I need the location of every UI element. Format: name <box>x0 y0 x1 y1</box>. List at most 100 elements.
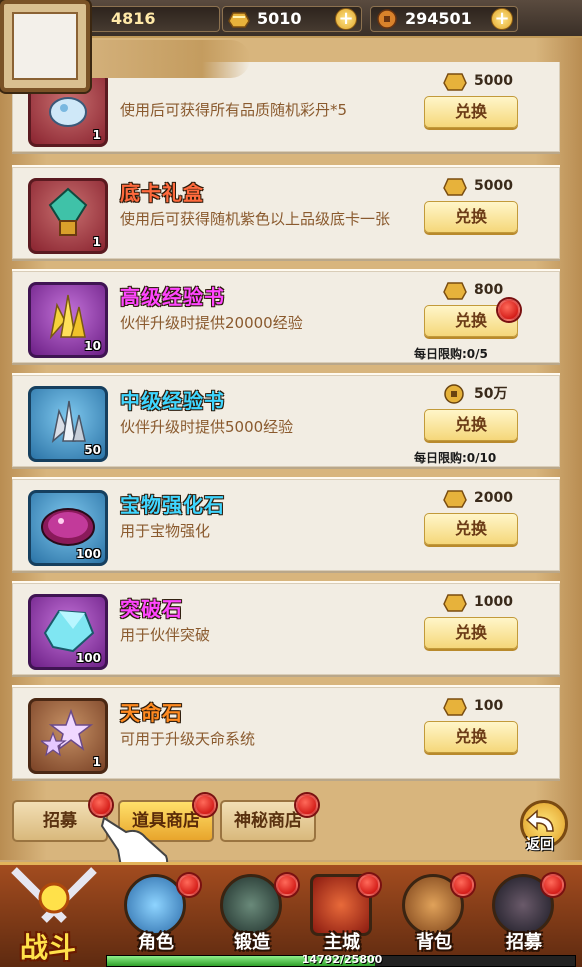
item-price-value: 800 <box>474 282 504 298</box>
notification-dot <box>452 874 474 896</box>
nav-recruit-label: 招募 <box>506 932 542 953</box>
item-name: 突破石 <box>120 597 183 621</box>
nav-character[interactable]: 角色 <box>116 870 200 962</box>
item-count: 1 <box>92 755 101 769</box>
gold-ingot-icon <box>443 178 467 196</box>
scroll-decoration <box>90 40 250 78</box>
coin-balance: 294501 + <box>370 6 518 32</box>
nav-bag-label: 背包 <box>416 932 452 953</box>
item-name: 底卡礼盒 <box>120 181 204 205</box>
list-item: 50 中级经验书 伙伴升级时提供5000经验 50万 兑换 每日限购:0/10 <box>12 373 560 469</box>
notification-dot <box>498 299 520 321</box>
copper-coin-icon <box>377 9 397 29</box>
notification-dot <box>296 794 318 816</box>
item-price-value: 1000 <box>474 594 513 610</box>
item-icon: 1 <box>28 178 108 254</box>
item-description: 用于宝物强化 <box>120 522 211 540</box>
redeem-button[interactable]: 兑换 <box>424 96 518 128</box>
redeem-button[interactable]: 兑换 <box>424 617 518 649</box>
gold-crystal-icon <box>49 295 86 340</box>
item-count: 100 <box>75 547 101 561</box>
item-icon: 100 <box>28 594 108 670</box>
battle-label: 战斗 <box>20 931 77 964</box>
player-avatar[interactable] <box>0 0 90 92</box>
daily-limit: 每日限购:0/5 <box>414 347 488 361</box>
gold-ingot-balance: 5010 + <box>222 6 362 32</box>
item-description: 使用后可获得所有品质随机彩丹*5 <box>120 101 348 119</box>
nav-character-label: 角色 <box>138 932 174 953</box>
nav-forge-label: 锻造 <box>234 932 270 953</box>
item-name: 天命石 <box>120 701 183 725</box>
gold-ingot-icon <box>443 490 467 508</box>
item-description: 使用后可获得随机紫色以上品级底卡一张 <box>120 210 391 228</box>
item-price-value: 2000 <box>474 490 513 506</box>
avatar-portrait <box>12 12 78 80</box>
notification-dot <box>194 794 216 816</box>
experience-bar: 14792/25800 <box>106 953 576 967</box>
shop-panel: 1 使用后可获得所有品质随机彩丹*5 5000 兑换 1 底卡礼盒 使用后可获得 <box>0 38 582 860</box>
item-icon: 50 <box>28 386 108 462</box>
nav-recruit[interactable]: 招募 <box>484 870 564 962</box>
item-description: 可用于升级天命系统 <box>120 730 256 748</box>
redeem-button[interactable]: 兑换 <box>424 513 518 545</box>
back-button[interactable]: 返回 <box>520 800 572 854</box>
list-item: 1 底卡礼盒 使用后可获得随机紫色以上品级底卡一张 5000 兑换 <box>12 165 560 261</box>
copper-coin-icon <box>444 384 464 404</box>
item-count: 1 <box>92 128 101 142</box>
add-coin-button[interactable]: + <box>491 8 513 30</box>
crossed-swords-icon <box>11 867 97 923</box>
battle-button[interactable]: 战斗 <box>4 864 108 967</box>
daily-limit: 每日限购:0/10 <box>414 451 497 465</box>
enhance-stone-icon <box>41 508 95 547</box>
redeem-button[interactable]: 兑换 <box>424 201 518 233</box>
item-count: 10 <box>84 339 101 353</box>
item-description: 伙伴升级时提供20000经验 <box>120 314 303 332</box>
shop-tabs: 招募 道具商店 神秘商店 <box>0 794 582 850</box>
item-price-value: 5000 <box>474 73 513 89</box>
item-price-value: 100 <box>474 698 504 714</box>
gold-ingot-icon <box>443 594 467 612</box>
notification-dot <box>358 874 380 896</box>
item-icon: 1 <box>28 698 108 774</box>
combat-power: 战 4816 <box>70 6 220 32</box>
item-count: 50 <box>84 443 101 457</box>
gold-ingot-icon <box>443 73 467 91</box>
gold-ingot-icon <box>443 698 467 716</box>
character-icon <box>124 874 186 936</box>
notification-dot <box>542 874 564 896</box>
item-icon: 100 <box>28 490 108 566</box>
gold-ingot-icon <box>443 282 467 300</box>
item-name: 中级经验书 <box>120 389 225 413</box>
item-icon: 10 <box>28 282 108 358</box>
gold-ingot-value: 5010 <box>257 9 302 28</box>
nav-forge[interactable]: 锻造 <box>212 870 298 962</box>
nav-main-city-label: 主城 <box>324 932 360 953</box>
redeem-button[interactable]: 兑换 <box>424 409 518 441</box>
item-count: 100 <box>75 651 101 665</box>
destiny-star-icon <box>41 708 94 757</box>
notification-dot <box>276 874 298 896</box>
list-item: 100 宝物强化石 用于宝物强化 2000 兑换 <box>12 477 560 573</box>
combat-power-value: 4816 <box>111 9 156 28</box>
item-description: 伙伴升级时提供5000经验 <box>120 418 294 436</box>
item-list[interactable]: 1 使用后可获得所有品质随机彩丹*5 5000 兑换 1 底卡礼盒 使用后可获得 <box>12 62 560 784</box>
card-giftbox-icon <box>48 187 88 237</box>
redeem-button[interactable]: 兑换 <box>424 721 518 753</box>
nav-main-city[interactable]: 主城 <box>302 870 382 962</box>
experience-text: 14792/25800 <box>301 953 383 966</box>
nav-bag[interactable]: 背包 <box>394 870 474 962</box>
breakthrough-stone-icon <box>43 610 95 653</box>
item-name: 高级经验书 <box>120 285 225 309</box>
list-item: 10 高级经验书 伙伴升级时提供20000经验 800 兑换 每日限购:0/5 <box>12 269 560 365</box>
item-name: 宝物强化石 <box>120 493 225 517</box>
anvil-icon <box>220 874 282 936</box>
item-price-value: 50万 <box>474 386 508 402</box>
gold-ingot-icon <box>228 12 250 28</box>
add-gold-button[interactable]: + <box>335 8 357 30</box>
item-description: 用于伙伴突破 <box>120 626 211 644</box>
notification-dot <box>178 874 200 896</box>
list-item: 100 突破石 用于伙伴突破 1000 兑换 <box>12 581 560 677</box>
silver-crystal-icon <box>51 401 86 444</box>
item-count: 1 <box>92 235 101 249</box>
item-price-value: 5000 <box>474 178 513 194</box>
